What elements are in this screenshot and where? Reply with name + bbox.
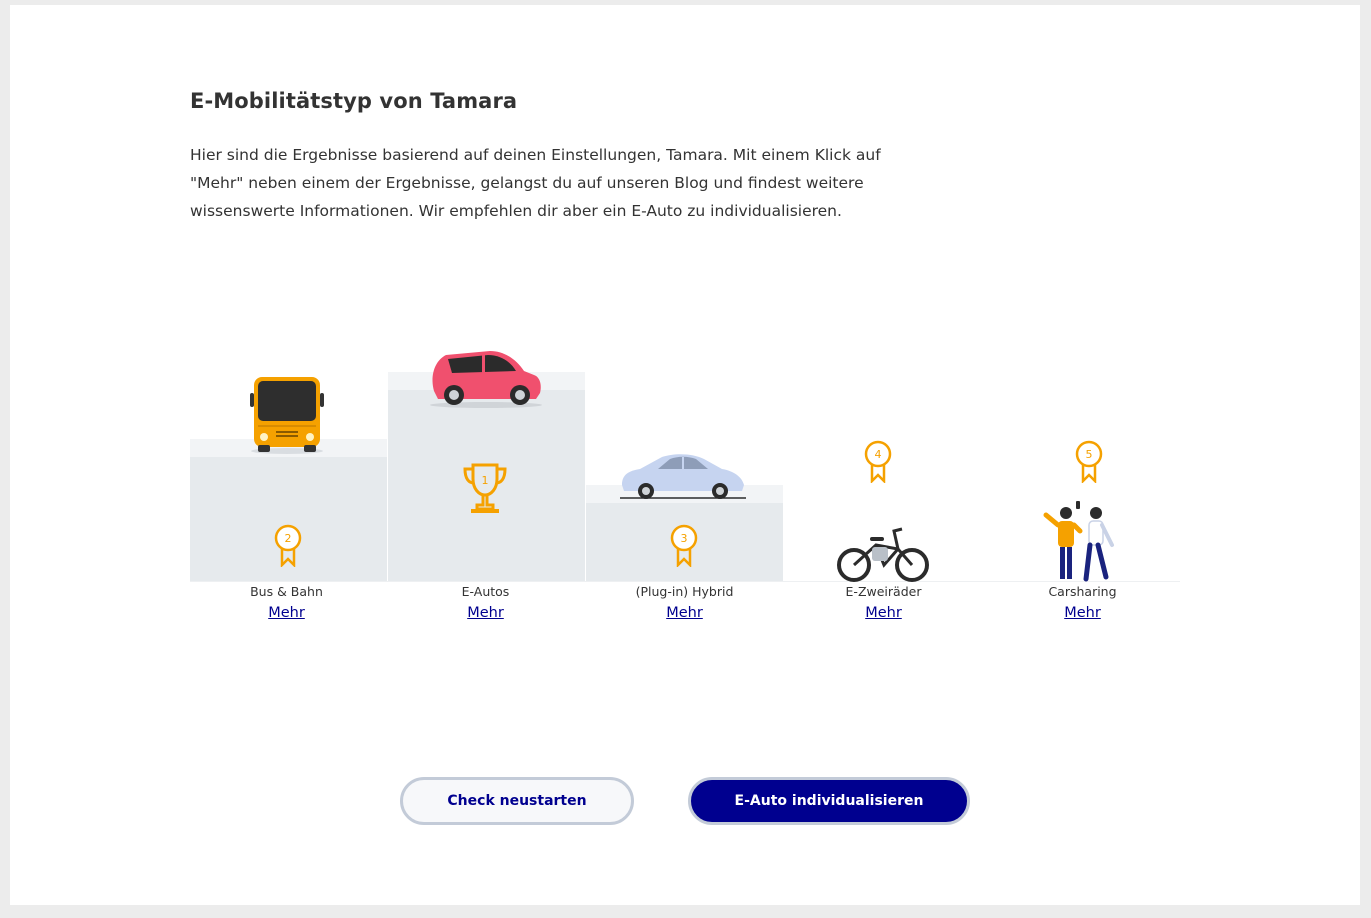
configure-e-car-button[interactable]: E-Auto individualisieren xyxy=(688,777,970,825)
ranking-label-hybrid: (Plug-in) Hybrid xyxy=(635,584,734,599)
more-link-e-zweiraeder[interactable]: Mehr xyxy=(785,605,982,621)
svg-text:5: 5 xyxy=(1086,448,1093,461)
restart-check-button[interactable]: Check neustarten xyxy=(400,777,634,825)
trophy-icon: 1 xyxy=(463,463,507,513)
rank-badge-2: 2 xyxy=(274,524,302,567)
more-link-bus-bahn[interactable]: Mehr xyxy=(188,605,385,621)
e-car-icon xyxy=(430,351,542,408)
more-link-hybrid[interactable]: Mehr xyxy=(586,605,783,621)
rank-badge-3: 3 xyxy=(670,524,698,567)
podium-baseline xyxy=(190,581,1180,582)
more-link-carsharing[interactable]: Mehr xyxy=(984,605,1181,621)
e-bike-icon xyxy=(837,527,929,582)
ranking-label-e-autos: E-Autos xyxy=(461,584,510,599)
page-description: Hier sind die Ergebnisse basierend auf d… xyxy=(190,146,881,220)
rank-badge-4: 4 xyxy=(864,440,892,483)
hybrid-car-icon xyxy=(620,454,746,499)
more-link-e-autos[interactable]: Mehr xyxy=(387,605,584,621)
ranking-label-bus-bahn: Bus & Bahn xyxy=(250,584,323,599)
ranking-label-e-zweiraeder: E-Zweiräder xyxy=(845,584,922,599)
carsharing-people-icon xyxy=(1043,501,1114,582)
svg-text:1: 1 xyxy=(482,474,489,487)
svg-text:2: 2 xyxy=(285,532,292,545)
result-card: E-Mobilitätstyp von Tamara Hier sind die… xyxy=(10,5,1360,905)
svg-text:3: 3 xyxy=(681,532,688,545)
rank-badge-5: 5 xyxy=(1075,440,1103,483)
svg-text:4: 4 xyxy=(875,448,882,461)
ranking-label-carsharing: Carsharing xyxy=(1048,584,1117,599)
bus-icon xyxy=(250,377,324,454)
page-title: E-Mobilitätstyp von Tamara xyxy=(190,89,518,113)
